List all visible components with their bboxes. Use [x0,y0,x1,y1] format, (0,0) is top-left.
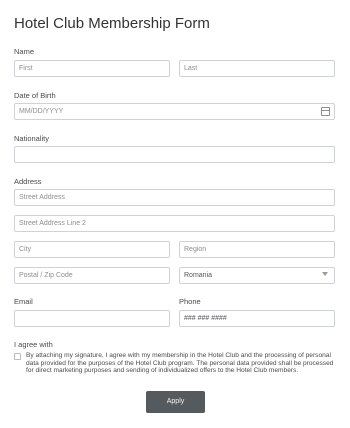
street-address-input[interactable]: Street Address [14,189,335,206]
calendar-icon[interactable] [321,107,330,116]
apply-button[interactable]: Apply [146,391,205,413]
dob-label: Date of Birth [14,91,56,100]
dob-placeholder: MM/DD/YYYY [19,108,64,115]
nationality-input[interactable] [14,146,335,163]
agreement-text: By attaching my signature, I agree with … [26,352,334,375]
country-selected-value: Romania [184,272,213,279]
chevron-down-icon [322,272,328,276]
city-input[interactable]: City [14,241,170,258]
name-label: Name [14,47,35,56]
phone-input[interactable]: ### ### #### [179,310,335,327]
last-name-input[interactable]: Last [179,60,335,77]
dob-input[interactable]: MM/DD/YYYY [14,103,335,120]
email-label: Email [14,297,33,306]
address-label: Address [14,177,42,186]
first-name-input[interactable]: First [14,60,170,77]
agreement-label: I agree with [14,340,53,349]
street-address-line2-input[interactable]: Street Address Line 2 [14,215,335,232]
phone-label: Phone [179,297,201,306]
agreement-checkbox[interactable] [14,353,21,360]
email-input[interactable] [14,310,170,327]
region-input[interactable]: Region [179,241,335,258]
form-title: Hotel Club Membership Form [14,15,210,32]
nationality-label: Nationality [14,134,50,143]
postal-code-input[interactable]: Postal / Zip Code [14,267,170,284]
country-select[interactable]: Romania [179,267,335,284]
